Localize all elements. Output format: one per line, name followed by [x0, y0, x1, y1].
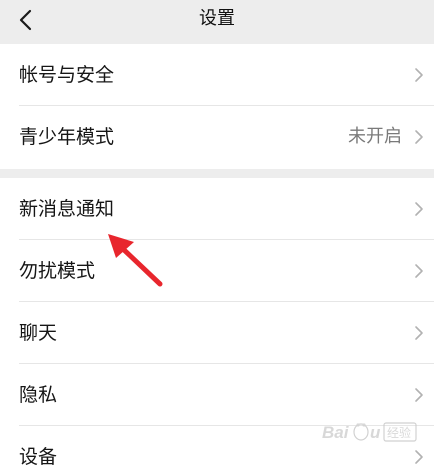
chevron-right-icon — [415, 264, 423, 278]
settings-item-devices[interactable]: 设备 — [0, 426, 434, 468]
settings-page: 设置 帐号与安全 青少年模式 未开启 新消息通知 勿扰模式 聊天 隐私 设备 B… — [0, 0, 434, 468]
settings-item-label: 勿扰模式 — [19, 260, 96, 282]
settings-item-status: 未开启 — [348, 126, 402, 147]
chevron-right-icon — [415, 202, 423, 216]
settings-group-general: 新消息通知 勿扰模式 聊天 隐私 设备 — [0, 178, 434, 468]
settings-item-label: 帐号与安全 — [19, 64, 115, 86]
settings-item-account-security[interactable]: 帐号与安全 — [0, 44, 434, 106]
settings-item-chat[interactable]: 聊天 — [0, 302, 434, 364]
settings-item-label: 青少年模式 — [19, 126, 115, 148]
settings-item-youth-mode[interactable]: 青少年模式 未开启 — [0, 106, 434, 168]
settings-item-label: 隐私 — [19, 384, 58, 406]
settings-group-account: 帐号与安全 青少年模式 未开启 — [0, 44, 434, 169]
page-title: 设置 — [199, 8, 235, 29]
settings-item-label: 聊天 — [19, 322, 58, 344]
settings-item-label: 设备 — [19, 446, 58, 468]
settings-item-privacy[interactable]: 隐私 — [0, 364, 434, 426]
chevron-right-icon — [415, 130, 423, 144]
chevron-right-icon — [415, 68, 423, 82]
settings-item-do-not-disturb[interactable]: 勿扰模式 — [0, 240, 434, 302]
navigation-bar: 设置 — [0, 0, 434, 44]
settings-item-label: 新消息通知 — [19, 198, 115, 220]
settings-item-new-message-notification[interactable]: 新消息通知 — [0, 178, 434, 240]
chevron-right-icon — [415, 326, 423, 340]
chevron-right-icon — [415, 388, 423, 402]
chevron-right-icon — [415, 450, 423, 464]
